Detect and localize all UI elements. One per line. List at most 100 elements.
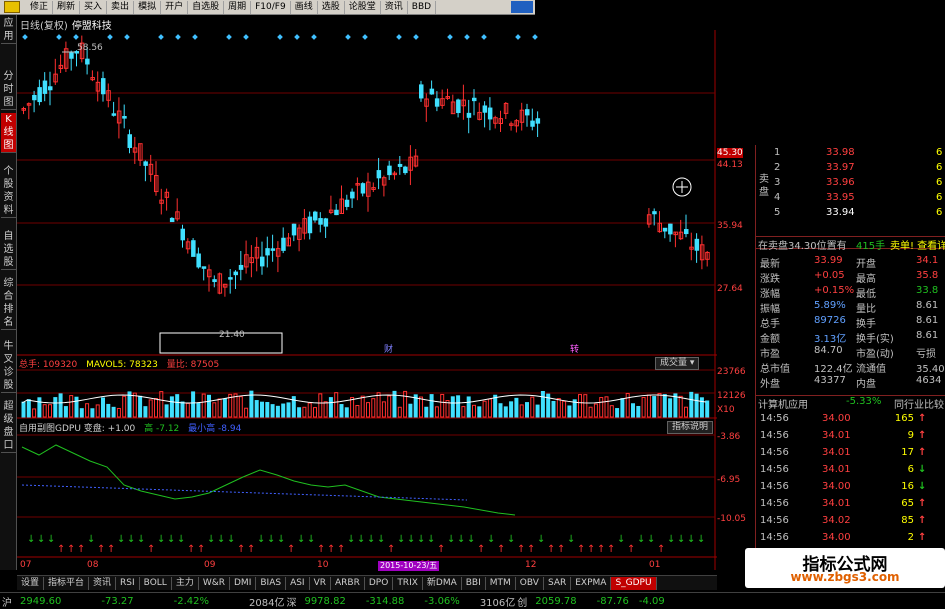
volume-bar	[265, 402, 270, 418]
volume-bar	[514, 397, 519, 418]
buy-arrow-icon: ↑	[387, 544, 395, 555]
indicator-tab[interactable]: S_GDPU	[611, 576, 657, 590]
status-index2: 9978.82	[304, 595, 346, 607]
sell-side-label: 卖盘	[759, 174, 769, 198]
indicator-tab[interactable]: 设置	[17, 576, 45, 590]
buy-arrow-icon: ↑	[547, 544, 555, 555]
indicator-tab[interactable]: W&R	[199, 576, 230, 590]
volume-bar	[275, 405, 280, 418]
event-diamond	[175, 34, 181, 40]
indicator-tab[interactable]: 指标平台	[44, 576, 90, 590]
order-row[interactable]: 2 33.97 6	[756, 162, 945, 175]
side-tab-profile[interactable]: 个股资料	[1, 165, 16, 218]
indicator-tab[interactable]: SAR	[544, 576, 572, 590]
indicator-tab[interactable]: 新DMA	[423, 576, 462, 590]
indicator-tab[interactable]: BIAS	[256, 576, 287, 590]
sell-arrow-icon: ↓	[87, 534, 95, 545]
event-diamond	[311, 34, 317, 40]
chart-area[interactable]: ↓ ↓ ↓ ↑ ↑ ↑ ↓ ↑ ↑ ↓ ↓ ↓ ↑ ↓ ↓ ↓ ↑ ↑ ↓ ↓ ↓ ↑ ↑ ↓ ↓ ↓ ↑ ↓ ↓ ↑ ↑ ↑ ↓ ↓ ↓ ↓ ↑ ↓ ↓ ↓…	[17, 15, 746, 571]
quote-label: 换手(实)	[856, 334, 894, 345]
toolbar-fix-button[interactable]: 修正	[26, 0, 54, 14]
side-tab-super-order[interactable]: 超级盘口	[1, 400, 16, 453]
indicator-tab[interactable]: EXPMA	[571, 576, 612, 590]
quote-value: 33.8	[916, 285, 939, 296]
indicator-tab[interactable]: VR	[310, 576, 332, 590]
toolbar-sell-button[interactable]: 卖出	[107, 0, 135, 14]
order-qty: 6	[936, 192, 943, 203]
buy-arrow-icon: ↑	[107, 544, 115, 555]
indicator-tab[interactable]: TRIX	[393, 576, 423, 590]
volume-indicator-button[interactable]: 成交量 ▾	[655, 357, 700, 370]
side-tab-diagnosis[interactable]: 牛叉诊股	[1, 340, 16, 393]
indicator-tab[interactable]: MTM	[486, 576, 516, 590]
volume-bar	[503, 406, 508, 418]
order-price: 33.94	[826, 207, 855, 218]
indicator-tab[interactable]: BBI	[462, 576, 486, 590]
toolbar-period-button[interactable]: 周期	[224, 0, 252, 14]
toolbar-draw-button[interactable]: 画线	[291, 0, 318, 14]
sell-arrow-icon: ↓	[127, 534, 135, 545]
toolbar-select-stock-button[interactable]: 选股	[318, 0, 345, 14]
price-level-current: 45.30	[717, 148, 743, 158]
candle-body	[143, 161, 148, 166]
toolbar-simulate-button[interactable]: 模拟	[134, 0, 162, 14]
volume-bar	[599, 397, 604, 418]
order-alert[interactable]: 在卖盘34.30位置有 415手卖单! 查看详情	[756, 236, 945, 252]
side-tab-intraday[interactable]: 分时图	[1, 70, 16, 110]
toolbar-buy-button[interactable]: 买入	[80, 0, 108, 14]
side-tab-ranking[interactable]: 综合排名	[1, 277, 16, 330]
indicator-tab[interactable]: ARBR	[331, 576, 365, 590]
indicator-tab[interactable]: BOLL	[140, 576, 172, 590]
order-row[interactable]: 5 33.94 6	[756, 207, 945, 220]
order-alert-link[interactable]: 卖单! 查看详情	[890, 237, 945, 252]
order-row[interactable]: 1 33.98 6	[756, 147, 945, 160]
order-row[interactable]: 3 33.96 6	[756, 177, 945, 190]
candle-body	[281, 237, 286, 251]
volume-bar	[217, 398, 222, 418]
tick-time: 14:56	[760, 532, 789, 543]
volume-bar	[143, 406, 148, 418]
tick-price: 34.00	[822, 481, 851, 492]
indicator-min-line	[21, 484, 468, 501]
indicator-tab[interactable]: 资讯	[89, 576, 117, 590]
toolbar-watchlist-button[interactable]: 自选股	[188, 0, 225, 14]
toolbar-f10-button[interactable]: F10/F9	[251, 0, 291, 14]
indicator-tab[interactable]: DMI	[230, 576, 257, 590]
toolbar-bbd-button[interactable]: BBD	[408, 0, 437, 14]
indicator-tab[interactable]: ASI	[286, 576, 310, 590]
volume-bar	[530, 396, 535, 418]
quote-value: +0.15%	[814, 285, 855, 296]
tick-row: 14:56 34.01 9 ↑	[756, 430, 945, 443]
indicator-tab[interactable]: OBV	[516, 576, 544, 590]
toolbar-refresh-button[interactable]: 刷新	[53, 0, 81, 14]
indicator-tab[interactable]: RSI	[116, 576, 140, 590]
toolbar-news-button[interactable]: 资讯	[381, 0, 408, 14]
zhuan-marker[interactable]: 转	[570, 342, 579, 355]
indicator-level-3: -10.05	[717, 514, 747, 524]
sell-arrow-icon: ↓	[117, 534, 125, 545]
candle-body	[360, 183, 366, 194]
tick-qty: 65	[901, 498, 914, 509]
toolbar-open-account-button[interactable]: 开户	[161, 0, 189, 14]
order-row[interactable]: 4 33.95 6	[756, 192, 945, 205]
order-qty: 6	[936, 162, 943, 173]
side-tab-app[interactable]: 应用	[1, 17, 16, 44]
candle-body	[530, 120, 535, 127]
industry-compare-button[interactable]: 同行业比较	[894, 396, 944, 411]
industry-row[interactable]: 计算机应用 -5.33% 同行业比较	[756, 395, 945, 411]
tick-time: 14:56	[760, 481, 789, 492]
price-level-2: 44.13	[717, 160, 743, 170]
buy-arrow-icon: ↑	[657, 544, 665, 555]
candle-body	[472, 97, 477, 102]
cai-marker[interactable]: 财	[384, 342, 393, 355]
indicator-help-button[interactable]: 指标说明	[667, 421, 714, 434]
kline-chart[interactable]: ↓ ↓ ↓↑ ↑ ↑↓↑ ↑↓ ↓ ↓↑↓ ↓ ↓↑ ↑↓ ↓ ↓↑ ↑↓ ↓ ↓↑↓ ↓↑ ↑ ↑↓ ↓ ↓ ↓↑↓ ↓ ↓…	[17, 15, 717, 570]
indicator-tab[interactable]: DPO	[365, 576, 394, 590]
candle-body	[238, 264, 244, 270]
side-tab-watchlist[interactable]: 自选股	[1, 230, 16, 270]
indicator-tab[interactable]: 主力	[172, 576, 199, 590]
toolbar-forum-button[interactable]: 论股堂	[345, 0, 381, 14]
tick-time: 14:56	[760, 413, 789, 424]
volume-bar	[286, 402, 291, 418]
side-tab-kline[interactable]: K线图	[1, 113, 16, 153]
